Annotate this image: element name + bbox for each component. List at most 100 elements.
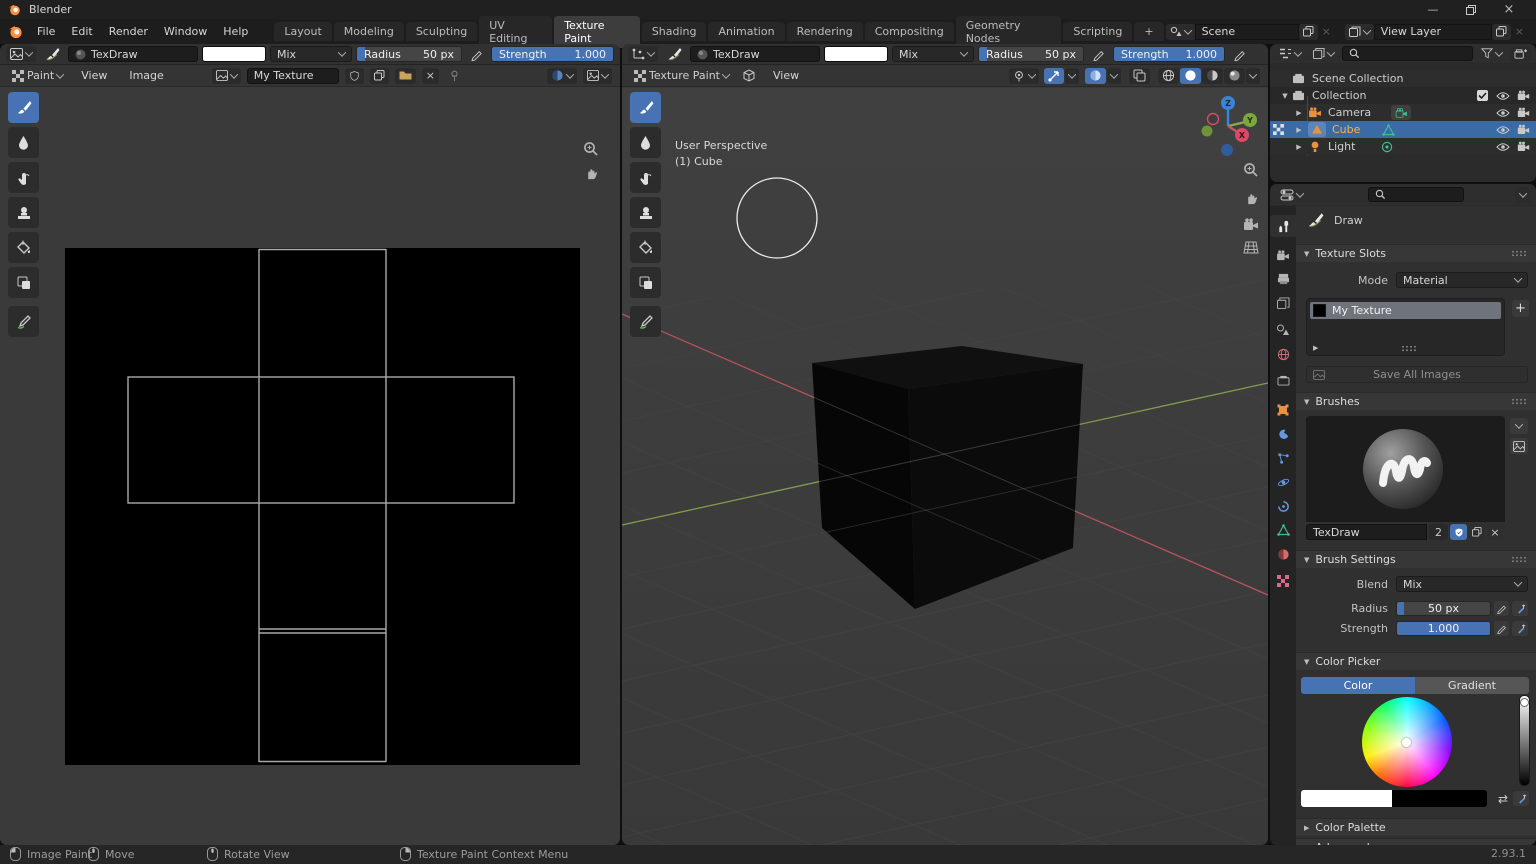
- outliner-row-light[interactable]: ▶ Light: [1270, 138, 1536, 155]
- radius-pressure-icon[interactable]: [1088, 46, 1109, 62]
- scene-copy-button[interactable]: [1299, 24, 1318, 40]
- tab-modeling[interactable]: Modeling: [334, 22, 404, 41]
- outliner-row-scene-collection[interactable]: Scene Collection: [1270, 70, 1536, 87]
- expand-caret-icon[interactable]: ▶: [1292, 126, 1306, 134]
- expand-caret-icon[interactable]: ▶: [1292, 143, 1306, 151]
- open-image-button[interactable]: [395, 68, 416, 84]
- tool-smear[interactable]: [630, 162, 661, 193]
- new-collection-button[interactable]: [1510, 46, 1531, 62]
- editor-type-button[interactable]: [628, 46, 658, 62]
- brush-color-swatch[interactable]: [824, 46, 888, 62]
- view-layer-name-field[interactable]: View Layer: [1374, 24, 1492, 40]
- tab-render[interactable]: [1270, 244, 1296, 266]
- scene-name-field[interactable]: Scene: [1195, 24, 1299, 40]
- disable-render-icon[interactable]: [1517, 90, 1530, 101]
- value-slider-handle[interactable]: [1520, 698, 1529, 707]
- menu-render[interactable]: Render: [101, 25, 156, 38]
- radius-slider[interactable]: 50 px: [1396, 601, 1491, 616]
- texture-canvas[interactable]: [65, 248, 580, 765]
- tab-animation[interactable]: Animation: [708, 22, 784, 41]
- tab-scene[interactable]: [1270, 319, 1296, 341]
- brush-selector[interactable]: TexDraw: [68, 46, 198, 62]
- mode-dropdown[interactable]: Material: [1396, 272, 1528, 288]
- hide-eye-icon[interactable]: [1496, 91, 1510, 101]
- outliner-row-collection[interactable]: ▼ Collection: [1270, 87, 1536, 104]
- tool-draw[interactable]: [630, 92, 661, 123]
- outliner-row-camera[interactable]: ▶ Camera: [1270, 104, 1536, 121]
- tab-texture-paint[interactable]: Texture Paint: [554, 16, 640, 48]
- strength-pressure-toggle[interactable]: [1494, 621, 1509, 636]
- tab-shading[interactable]: Shading: [642, 22, 707, 41]
- tool-clone[interactable]: [630, 197, 661, 228]
- properties-search-input[interactable]: [1368, 187, 1464, 202]
- tool-fill[interactable]: [630, 232, 661, 263]
- tab-layout[interactable]: Layout: [274, 22, 331, 41]
- show-gizmo-dropdown[interactable]: [1009, 68, 1039, 84]
- viewport-body[interactable]: Z Y X User Perspective (1) Cube: [622, 88, 1268, 845]
- expand-caret-icon[interactable]: ▶: [1292, 109, 1306, 117]
- view-layer-remove-button[interactable]: ×: [1511, 24, 1528, 40]
- expand-caret-icon[interactable]: ▼: [1278, 92, 1292, 100]
- outliner-display-mode-dropdown[interactable]: [1275, 46, 1305, 62]
- copy-brush-button[interactable]: [1469, 524, 1485, 540]
- image-editor-body[interactable]: [0, 88, 620, 845]
- minimize-button[interactable]: —: [1414, 0, 1452, 19]
- tool-draw[interactable]: [8, 92, 39, 123]
- panel-color-palette-header[interactable]: ▶ Color Palette: [1296, 818, 1536, 836]
- hide-eye-icon[interactable]: [1496, 125, 1510, 135]
- mask-overlay-button[interactable]: [547, 68, 577, 84]
- brush-custom-icon-button[interactable]: [1510, 438, 1528, 454]
- tool-mask[interactable]: [630, 267, 661, 298]
- panel-grip-icon[interactable]: [1511, 398, 1526, 405]
- shading-wireframe-button[interactable]: [1158, 68, 1179, 84]
- tab-material[interactable]: [1270, 543, 1296, 565]
- value-slider[interactable]: [1519, 695, 1530, 786]
- pan-hand-icon[interactable]: [1242, 189, 1260, 207]
- image-browse-button[interactable]: [212, 68, 241, 84]
- unified-radius-toggle[interactable]: [1512, 601, 1528, 616]
- outliner-filter-id-dropdown[interactable]: [1309, 46, 1338, 62]
- radius-pressure-toggle[interactable]: [1494, 601, 1509, 616]
- radius-slider[interactable]: Radius50 px: [978, 46, 1084, 62]
- unlink-brush-button[interactable]: ×: [1487, 524, 1503, 540]
- tab-world[interactable]: [1270, 343, 1296, 365]
- menu-view[interactable]: View: [73, 69, 115, 82]
- tab-physics[interactable]: [1270, 471, 1296, 493]
- light-data-icon[interactable]: [1381, 141, 1393, 153]
- panel-brushes-header[interactable]: ▼ Brushes: [1296, 392, 1536, 410]
- tab-modifiers[interactable]: [1270, 423, 1296, 445]
- menu-help[interactable]: Help: [215, 25, 256, 38]
- blend-mode-dropdown[interactable]: Mix: [892, 46, 974, 62]
- disable-render-icon[interactable]: [1517, 124, 1530, 135]
- list-grip-icon[interactable]: [1401, 345, 1416, 352]
- gizmos-toggle[interactable]: [1044, 68, 1064, 84]
- brush-icon[interactable]: [40, 46, 64, 62]
- texture-slot-item[interactable]: My Texture: [1310, 302, 1501, 319]
- hide-eye-icon[interactable]: [1496, 142, 1510, 152]
- tab-texture[interactable]: [1270, 570, 1296, 592]
- pin-icon[interactable]: [445, 68, 464, 84]
- overlays-toggle[interactable]: [1085, 68, 1106, 84]
- secondary-color-swatch[interactable]: [1392, 790, 1487, 807]
- tab-object-data[interactable]: [1270, 519, 1296, 541]
- panel-color-picker-header[interactable]: ▼ Color Picker: [1296, 652, 1536, 670]
- menu-view[interactable]: View: [765, 69, 807, 82]
- interaction-mode-dropdown[interactable]: Texture Paint: [630, 68, 733, 84]
- outliner-row-cube[interactable]: ▶ Cube: [1270, 121, 1536, 138]
- shading-rendered-button[interactable]: [1224, 68, 1245, 84]
- panel-grip-icon[interactable]: [1511, 556, 1526, 563]
- panel-grip-icon[interactable]: [1511, 250, 1526, 257]
- brush-preview-dropdown[interactable]: [1510, 418, 1528, 434]
- zoom-icon[interactable]: [582, 140, 600, 158]
- restore-button[interactable]: [1452, 0, 1490, 19]
- tab-uv-editing[interactable]: UV Editing: [479, 16, 552, 48]
- properties-editor-type-button[interactable]: [1276, 187, 1307, 203]
- properties-options-dropdown[interactable]: [1516, 187, 1530, 203]
- primary-color-swatch[interactable]: [1301, 790, 1392, 807]
- camera-data-icon[interactable]: [1391, 105, 1411, 120]
- view-layer-browse-button[interactable]: [1345, 24, 1374, 40]
- brush-users-count[interactable]: 2: [1429, 524, 1448, 540]
- strength-pressure-icon[interactable]: [1229, 46, 1250, 62]
- brush-name-field[interactable]: TexDraw: [1306, 524, 1427, 540]
- blender-menu-icon[interactable]: [8, 24, 23, 39]
